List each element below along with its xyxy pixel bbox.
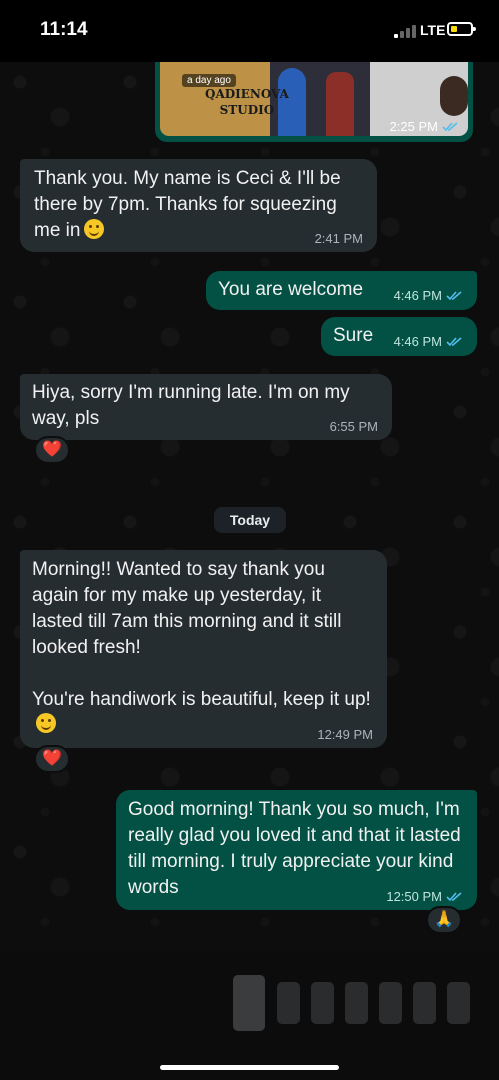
message-text: Hiya, sorry I'm running late. I'm on my … [32, 382, 350, 429]
keyboard-key[interactable] [233, 975, 265, 1031]
chat-area[interactable]: a day ago QADIENOVA STUDIO 2:25 PM Thank… [0, 62, 499, 945]
signal-icon [394, 25, 416, 38]
battery-icon [447, 22, 476, 36]
message-bubble-incoming[interactable]: Thank you. My name is Ceci & I'll be the… [20, 159, 377, 252]
message-text: Sure [333, 325, 374, 346]
read-ticks-icon [442, 121, 458, 131]
media-message[interactable]: a day ago QADIENOVA STUDIO 2:25 PM [155, 62, 473, 142]
message-meta: 12:50 PM [386, 889, 463, 904]
studio-logo: QADIENOVA STUDIO [205, 87, 289, 117]
message-bubble-outgoing[interactable]: You are welcome 4:46 PM [206, 271, 477, 310]
read-ticks-icon [446, 891, 462, 901]
message-time: 12:49 PM [317, 727, 373, 742]
message-bubble-incoming[interactable]: Hiya, sorry I'm running late. I'm on my … [20, 374, 392, 440]
message-time: 4:46 PM [393, 288, 442, 303]
day-separator: Today [214, 507, 286, 533]
clock: 11:14 [40, 19, 88, 40]
message-bubble-outgoing[interactable]: Sure 4:46 PM [321, 317, 477, 356]
keyboard-key[interactable] [345, 982, 368, 1024]
keyboard-key[interactable] [447, 982, 470, 1024]
message-text: Morning!! Wanted to say thank you again … [32, 559, 371, 710]
message-bubble-outgoing[interactable]: Good morning! Thank you so much, I'm rea… [116, 790, 477, 910]
message-meta: 4:46 PM [394, 334, 463, 349]
smiling-face-emoji [36, 713, 56, 733]
keyboard-key[interactable] [379, 982, 402, 1024]
status-bar: 11:14 LTE [0, 0, 499, 62]
reaction-heart[interactable]: ❤️ [34, 745, 70, 773]
message-text: Good morning! Thank you so much, I'm rea… [128, 799, 461, 898]
message-text: Thank you. My name is Ceci & I'll be the… [34, 168, 341, 241]
message-time: 4:46 PM [393, 334, 442, 349]
message-meta: 6:55 PM [330, 419, 378, 434]
read-ticks-icon [446, 290, 462, 300]
message-time: 2:25 PM [389, 119, 438, 134]
keyboard-key[interactable] [277, 982, 300, 1024]
keyboard-area[interactable] [0, 945, 499, 1080]
message-meta: 4:46 PM [394, 288, 463, 303]
message-bubble-incoming[interactable]: Morning!! Wanted to say thank you again … [20, 550, 387, 748]
message-meta: 2:25 PM [390, 119, 459, 134]
network-label: LTE [420, 22, 446, 38]
keyboard-key[interactable] [413, 982, 436, 1024]
message-time: 6:55 PM [329, 419, 378, 434]
read-ticks-icon [446, 336, 462, 346]
message-time: 12:50 PM [386, 889, 442, 904]
reaction-pray[interactable]: 🙏 [426, 906, 462, 934]
keyboard-key[interactable] [311, 982, 334, 1024]
message-time: 2:41 PM [314, 231, 363, 246]
message-text: You are welcome [218, 279, 364, 300]
home-indicator[interactable] [160, 1065, 339, 1070]
reaction-heart[interactable]: ❤️ [34, 436, 70, 464]
message-meta: 12:49 PM [317, 727, 373, 742]
smiling-face-emoji [84, 219, 105, 239]
message-meta: 2:41 PM [315, 231, 363, 246]
